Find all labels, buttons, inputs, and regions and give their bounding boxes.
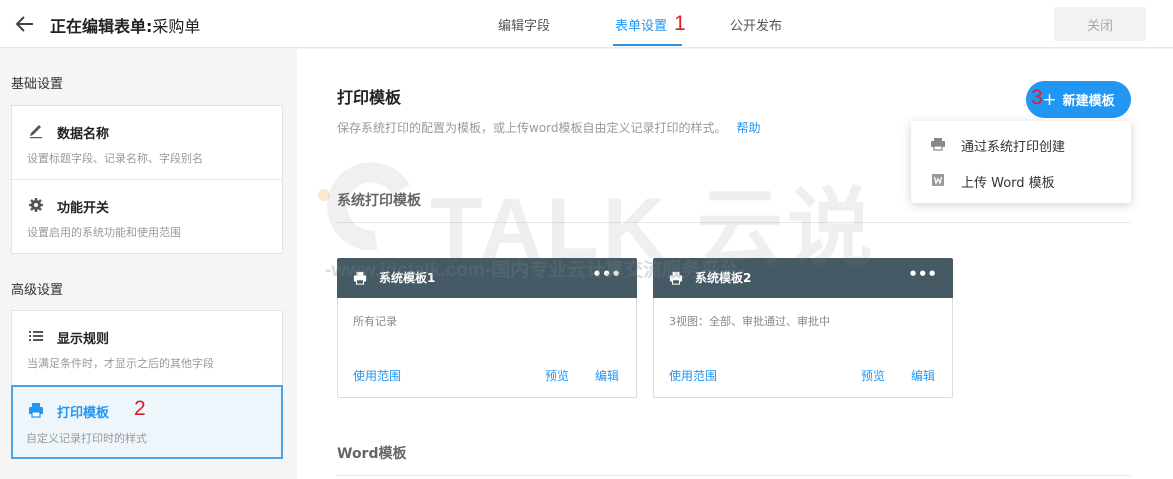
form-title-name: 采购单 [152,17,201,36]
printer-icon [353,271,367,285]
tab-publish[interactable]: 公开发布 [730,15,782,34]
template-name: 系统模板2 [695,271,752,285]
printer-icon [669,271,683,285]
template-preview-link[interactable]: 预览 [861,367,885,384]
annotation-1: 1 [674,12,686,35]
sidebar-item-label: 显示规则 [57,332,110,347]
basic-settings-card: 数据名称 设置标题字段、记录名称、字段别名 功能开关 设置启用的系统功能和使用范… [11,105,283,254]
template-card: 系统模板1 ••• 所有记录 使用范围 预览 编辑 [337,258,637,398]
new-template-dropdown: 通过系统打印创建 上传 Word 模板 [911,121,1131,203]
page-description: 保存系统打印的配置为模板，或上传word模板自由定义记录打印的样式。 帮助 [337,119,761,136]
back-arrow-icon[interactable] [14,13,36,35]
print-template-panel: 打印模板 保存系统打印的配置为模板，或上传word模板自由定义记录打印的样式。帮… [297,49,1173,479]
more-options-icon[interactable]: ••• [908,265,937,283]
settings-sidebar: 基础设置 数据名称 设置标题字段、记录名称、字段别名 功能开关 设置启用的系统功… [0,49,297,479]
sidebar-item-label: 功能开关 [57,201,110,216]
system-templates-heading: 系统打印模板 [337,193,421,209]
sidebar-item-desc: 当满足条件时，才显示之后的其他字段 [27,357,214,370]
pencil-icon [30,125,42,139]
more-options-icon[interactable]: ••• [592,265,621,283]
tab-edit-fields[interactable]: 编辑字段 [498,15,550,34]
new-template-label: 新建模板 [1062,93,1115,109]
sidebar-item-display-rules[interactable]: 显示规则 当满足条件时，才显示之后的其他字段 [12,311,282,384]
template-scope-link[interactable]: 使用范围 [669,367,717,384]
word-file-icon [932,174,944,186]
plus-icon: + [1042,89,1057,110]
list-icon [29,331,43,341]
sidebar-item-desc: 设置启用的系统功能和使用范围 [27,226,181,239]
sidebar-item-feature-switch[interactable]: 功能开关 设置启用的系统功能和使用范围 [12,180,282,253]
printer-icon [931,138,945,151]
advanced-settings-card: 显示规则 当满足条件时，才显示之后的其他字段 打印模板 2 自定义记录打印时的样… [11,310,283,459]
divider [337,222,1131,223]
template-card: 系统模板2 ••• 3视图：全部、审批通过、审批中 使用范围 预览 编辑 [653,258,953,398]
advanced-settings-heading: 高级设置 [11,283,64,298]
help-link[interactable]: 帮助 [737,121,761,135]
printer-icon [29,403,43,418]
template-preview-link[interactable]: 预览 [545,367,569,384]
sidebar-item-print-template[interactable]: 打印模板 2 自定义记录打印时的样式 [11,385,283,459]
template-desc: 3视图：全部、审批通过、审批中 [669,315,830,328]
divider [337,475,1131,476]
template-edit-link[interactable]: 编辑 [595,367,619,384]
template-name: 系统模板1 [379,271,436,285]
close-button[interactable]: 关闭 [1054,7,1146,41]
form-title: 正在编辑表单:采购单 [50,13,200,37]
top-header: 正在编辑表单:采购单 编辑字段 表单设置 公开发布 1 关闭 [0,0,1173,48]
template-card-header: 系统模板1 ••• [337,258,637,298]
sidebar-item-desc: 自定义记录打印时的样式 [26,432,147,445]
active-tab-indicator [613,44,682,46]
annotation-2: 2 [134,397,146,420]
dropdown-item-label: 上传 Word 模板 [961,176,1055,191]
template-card-header: 系统模板2 ••• [653,258,953,298]
page-description-text: 保存系统打印的配置为模板，或上传word模板自由定义记录打印的样式。 [337,121,727,135]
dropdown-item-system-print[interactable]: 通过系统打印创建 [911,127,1131,161]
dropdown-item-label: 通过系统打印创建 [961,140,1066,155]
dropdown-item-upload-word[interactable]: 上传 Word 模板 [911,163,1131,197]
sidebar-item-label: 打印模板 [57,406,110,421]
gear-icon [29,198,43,212]
form-title-prefix: 正在编辑表单: [50,17,153,36]
word-templates-heading: Word模板 [337,446,407,462]
sidebar-item-data-name[interactable]: 数据名称 设置标题字段、记录名称、字段别名 [12,106,282,179]
page-title: 打印模板 [337,88,402,107]
template-edit-link[interactable]: 编辑 [911,367,935,384]
template-desc: 所有记录 [353,315,397,328]
sidebar-item-label: 数据名称 [57,127,110,142]
template-scope-link[interactable]: 使用范围 [353,367,401,384]
tab-form-settings[interactable]: 表单设置 [615,15,667,34]
annotation-3: 3 [1031,86,1043,109]
sidebar-item-desc: 设置标题字段、记录名称、字段别名 [27,152,203,165]
basic-settings-heading: 基础设置 [11,77,64,92]
